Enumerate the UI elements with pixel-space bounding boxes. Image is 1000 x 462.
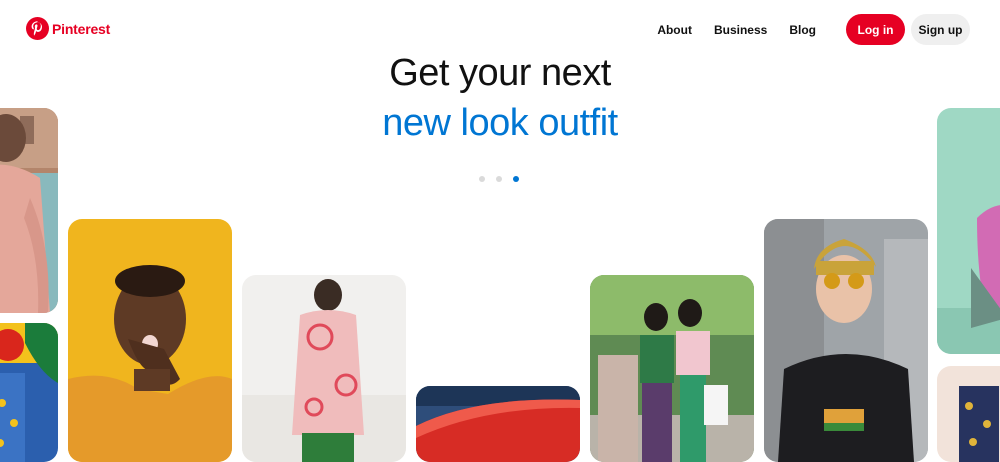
- pin-man-pink-sweater[interactable]: [0, 108, 58, 313]
- hero-headline: Get your next: [389, 52, 611, 94]
- carousel-dots: [479, 176, 530, 182]
- top-nav: About Business Blog Log in Sign up: [657, 14, 970, 45]
- nav-link-about[interactable]: About: [657, 23, 692, 37]
- signup-button[interactable]: Sign up: [911, 14, 970, 45]
- brand-name: Pinterest: [52, 20, 111, 37]
- hero-subheadline: new look outfit: [382, 102, 618, 144]
- carousel-dot-2[interactable]: [496, 176, 502, 182]
- pinterest-logo[interactable]: Pinterest: [26, 17, 110, 40]
- pin-two-women-street[interactable]: [590, 275, 754, 462]
- pin-colorful-fabric[interactable]: [0, 323, 58, 462]
- pin-floral-print[interactable]: [937, 366, 1000, 462]
- top-header: Pinterest About Business Blog Log in Sig…: [0, 0, 1000, 60]
- pinterest-p-icon: [26, 17, 49, 40]
- pin-red-fabric[interactable]: [416, 386, 580, 462]
- pin-woman-yellow-turban[interactable]: [764, 219, 928, 462]
- pin-woman-pink-jacket[interactable]: [242, 275, 406, 462]
- nav-link-blog[interactable]: Blog: [789, 23, 816, 37]
- pin-man-yellow-background[interactable]: [68, 219, 232, 462]
- login-button[interactable]: Log in: [846, 14, 905, 45]
- pin-mint-wall[interactable]: [937, 108, 1000, 354]
- carousel-dot-1[interactable]: [479, 176, 485, 182]
- carousel-dot-3-active[interactable]: [513, 176, 519, 182]
- nav-link-business[interactable]: Business: [714, 23, 767, 37]
